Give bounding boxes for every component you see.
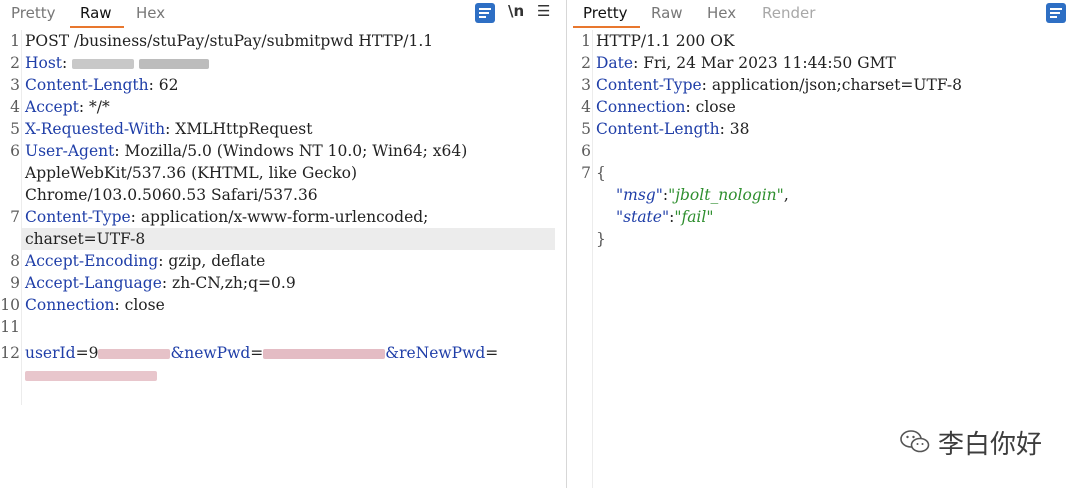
code-line: 2 Host:	[0, 52, 566, 74]
watermark-text: 李白你好	[938, 430, 1043, 460]
word-wrap-icon[interactable]	[475, 3, 495, 23]
code-line: 7 Content-Type: application/x-www-form-ur…	[10, 208, 429, 226]
code-line: AppleWebKit/537.36 (KHTML, like Gecko)	[25, 164, 357, 182]
code-line: 10 Connection: close	[0, 296, 165, 314]
code-line: charset=UTF-8	[25, 230, 146, 248]
code-line: 6	[581, 142, 591, 160]
request-pane: Pretty Raw Hex \n ☰ 1 POST /business/stuP…	[0, 0, 567, 488]
code-line: 1 POST /business/stuPay/stuPay/submitpwd …	[10, 32, 434, 50]
response-pane: Pretty Raw Hex Render 1 HTTP/1.1 200 OK 2…	[567, 0, 1080, 488]
code-line: 4 Accept: */*	[10, 98, 110, 116]
request-tab-hex[interactable]: Hex	[136, 4, 165, 22]
code-line	[0, 364, 566, 386]
json-line: "msg":"jbolt_nologin",	[616, 186, 789, 204]
hamburger-icon[interactable]: ☰	[537, 2, 550, 20]
show-newlines-button[interactable]: \n	[508, 2, 524, 20]
code-line: 8 Accept-Encoding: gzip, deflate	[10, 252, 266, 270]
code-line: Chrome/103.0.5060.53 Safari/537.36	[25, 186, 318, 204]
code-line: 11	[0, 318, 20, 336]
json-line: }	[596, 230, 606, 248]
response-tab-pretty[interactable]: Pretty	[573, 4, 639, 28]
code-line: 3 Content-Type: application/json;charset=…	[581, 76, 962, 94]
code-line: 5 X-Requested-With: XMLHttpRequest	[10, 120, 313, 138]
code-line: 6 User-Agent: Mozilla/5.0 (Windows NT 10.…	[10, 142, 468, 160]
code-line: 7{	[581, 164, 606, 182]
response-tab-hex[interactable]: Hex	[707, 4, 736, 22]
request-tab-pretty[interactable]: Pretty	[11, 4, 56, 22]
word-wrap-icon[interactable]	[1046, 3, 1066, 23]
response-tabs: Pretty Raw Hex Render	[567, 0, 1080, 28]
code-line: 12 userId=9 &newPwd= &reNewPwd=	[0, 344, 499, 362]
response-tab-raw[interactable]: Raw	[651, 4, 683, 22]
request-tabs: Pretty Raw Hex \n ☰	[0, 0, 566, 28]
code-line: 4 Connection: close	[581, 98, 736, 116]
code-line: 2 Date: Fri, 24 Mar 2023 11:44:50 GMT	[581, 54, 896, 72]
code-line: 5 Content-Length: 38	[581, 120, 750, 138]
response-tab-render[interactable]: Render	[762, 4, 815, 22]
code-line: 3 Content-Length: 62	[10, 76, 179, 94]
code-line: 1 HTTP/1.1 200 OK	[581, 32, 735, 50]
wechat-icon	[900, 430, 930, 453]
code-line: 9 Accept-Language: zh-CN,zh;q=0.9	[10, 274, 296, 292]
request-tab-raw[interactable]: Raw	[70, 4, 123, 28]
json-line: "state":"fail"	[616, 208, 714, 226]
